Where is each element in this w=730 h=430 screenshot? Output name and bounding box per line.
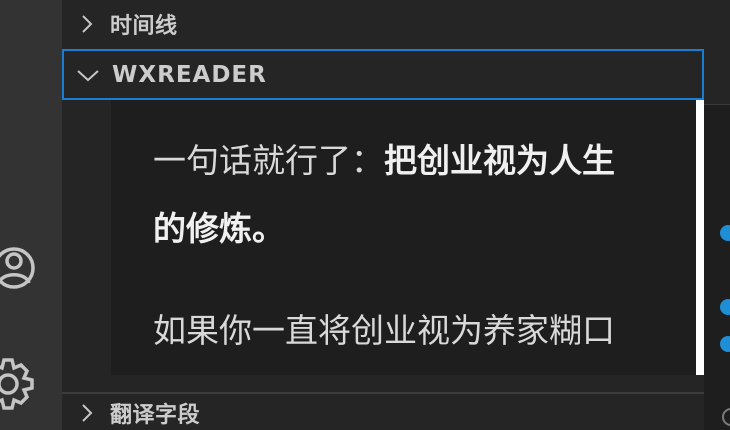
section-title-translate: 翻译字段 [110, 403, 201, 428]
modified-dot-icon [720, 336, 730, 352]
chevron-down-icon [64, 51, 112, 99]
vscode-window: 时间线 WXREADER 一句话就行了：把创业视为人生 的修炼。 如果你一直将创… [0, 0, 730, 430]
modified-dot-icon [720, 299, 730, 315]
modified-dot-icon [720, 225, 730, 241]
sidebar: 时间线 WXREADER 一句话就行了：把创业视为人生 的修炼。 如果你一直将创… [62, 0, 704, 430]
activity-bar [0, 0, 62, 430]
section-header-wxreader[interactable]: WXREADER [62, 49, 704, 100]
editor-area [704, 0, 730, 430]
account-icon[interactable] [0, 236, 62, 300]
reader-webview[interactable]: 一句话就行了：把创业视为人生 的修炼。 如果你一直将创业视为养家糊口 [111, 100, 696, 375]
section-title-timeline: 时间线 [110, 14, 178, 39]
editor-tabs-bar [704, 0, 730, 105]
circle-icon [722, 408, 730, 426]
section-header-translate[interactable]: 翻译字段 [62, 392, 704, 430]
chevron-right-icon [62, 389, 110, 430]
chevron-right-icon [62, 0, 110, 48]
reader-line-1-normal: 一句话就行了： [153, 141, 384, 180]
section-title-wxreader: WXREADER [112, 61, 267, 88]
reader-line-1-bold: 把创业视为人生 [384, 141, 615, 180]
reader-line-2: 的修炼。 [153, 202, 693, 250]
gear-icon[interactable] [0, 350, 62, 420]
reader-line-1: 一句话就行了：把创业视为人生 [153, 134, 693, 182]
reader-line-2-bold: 的修炼。 [153, 209, 285, 248]
reader-scrollbar[interactable] [696, 100, 704, 375]
reader-line-3: 如果你一直将创业视为养家糊口 [153, 311, 615, 350]
section-header-timeline[interactable]: 时间线 [62, 0, 704, 48]
